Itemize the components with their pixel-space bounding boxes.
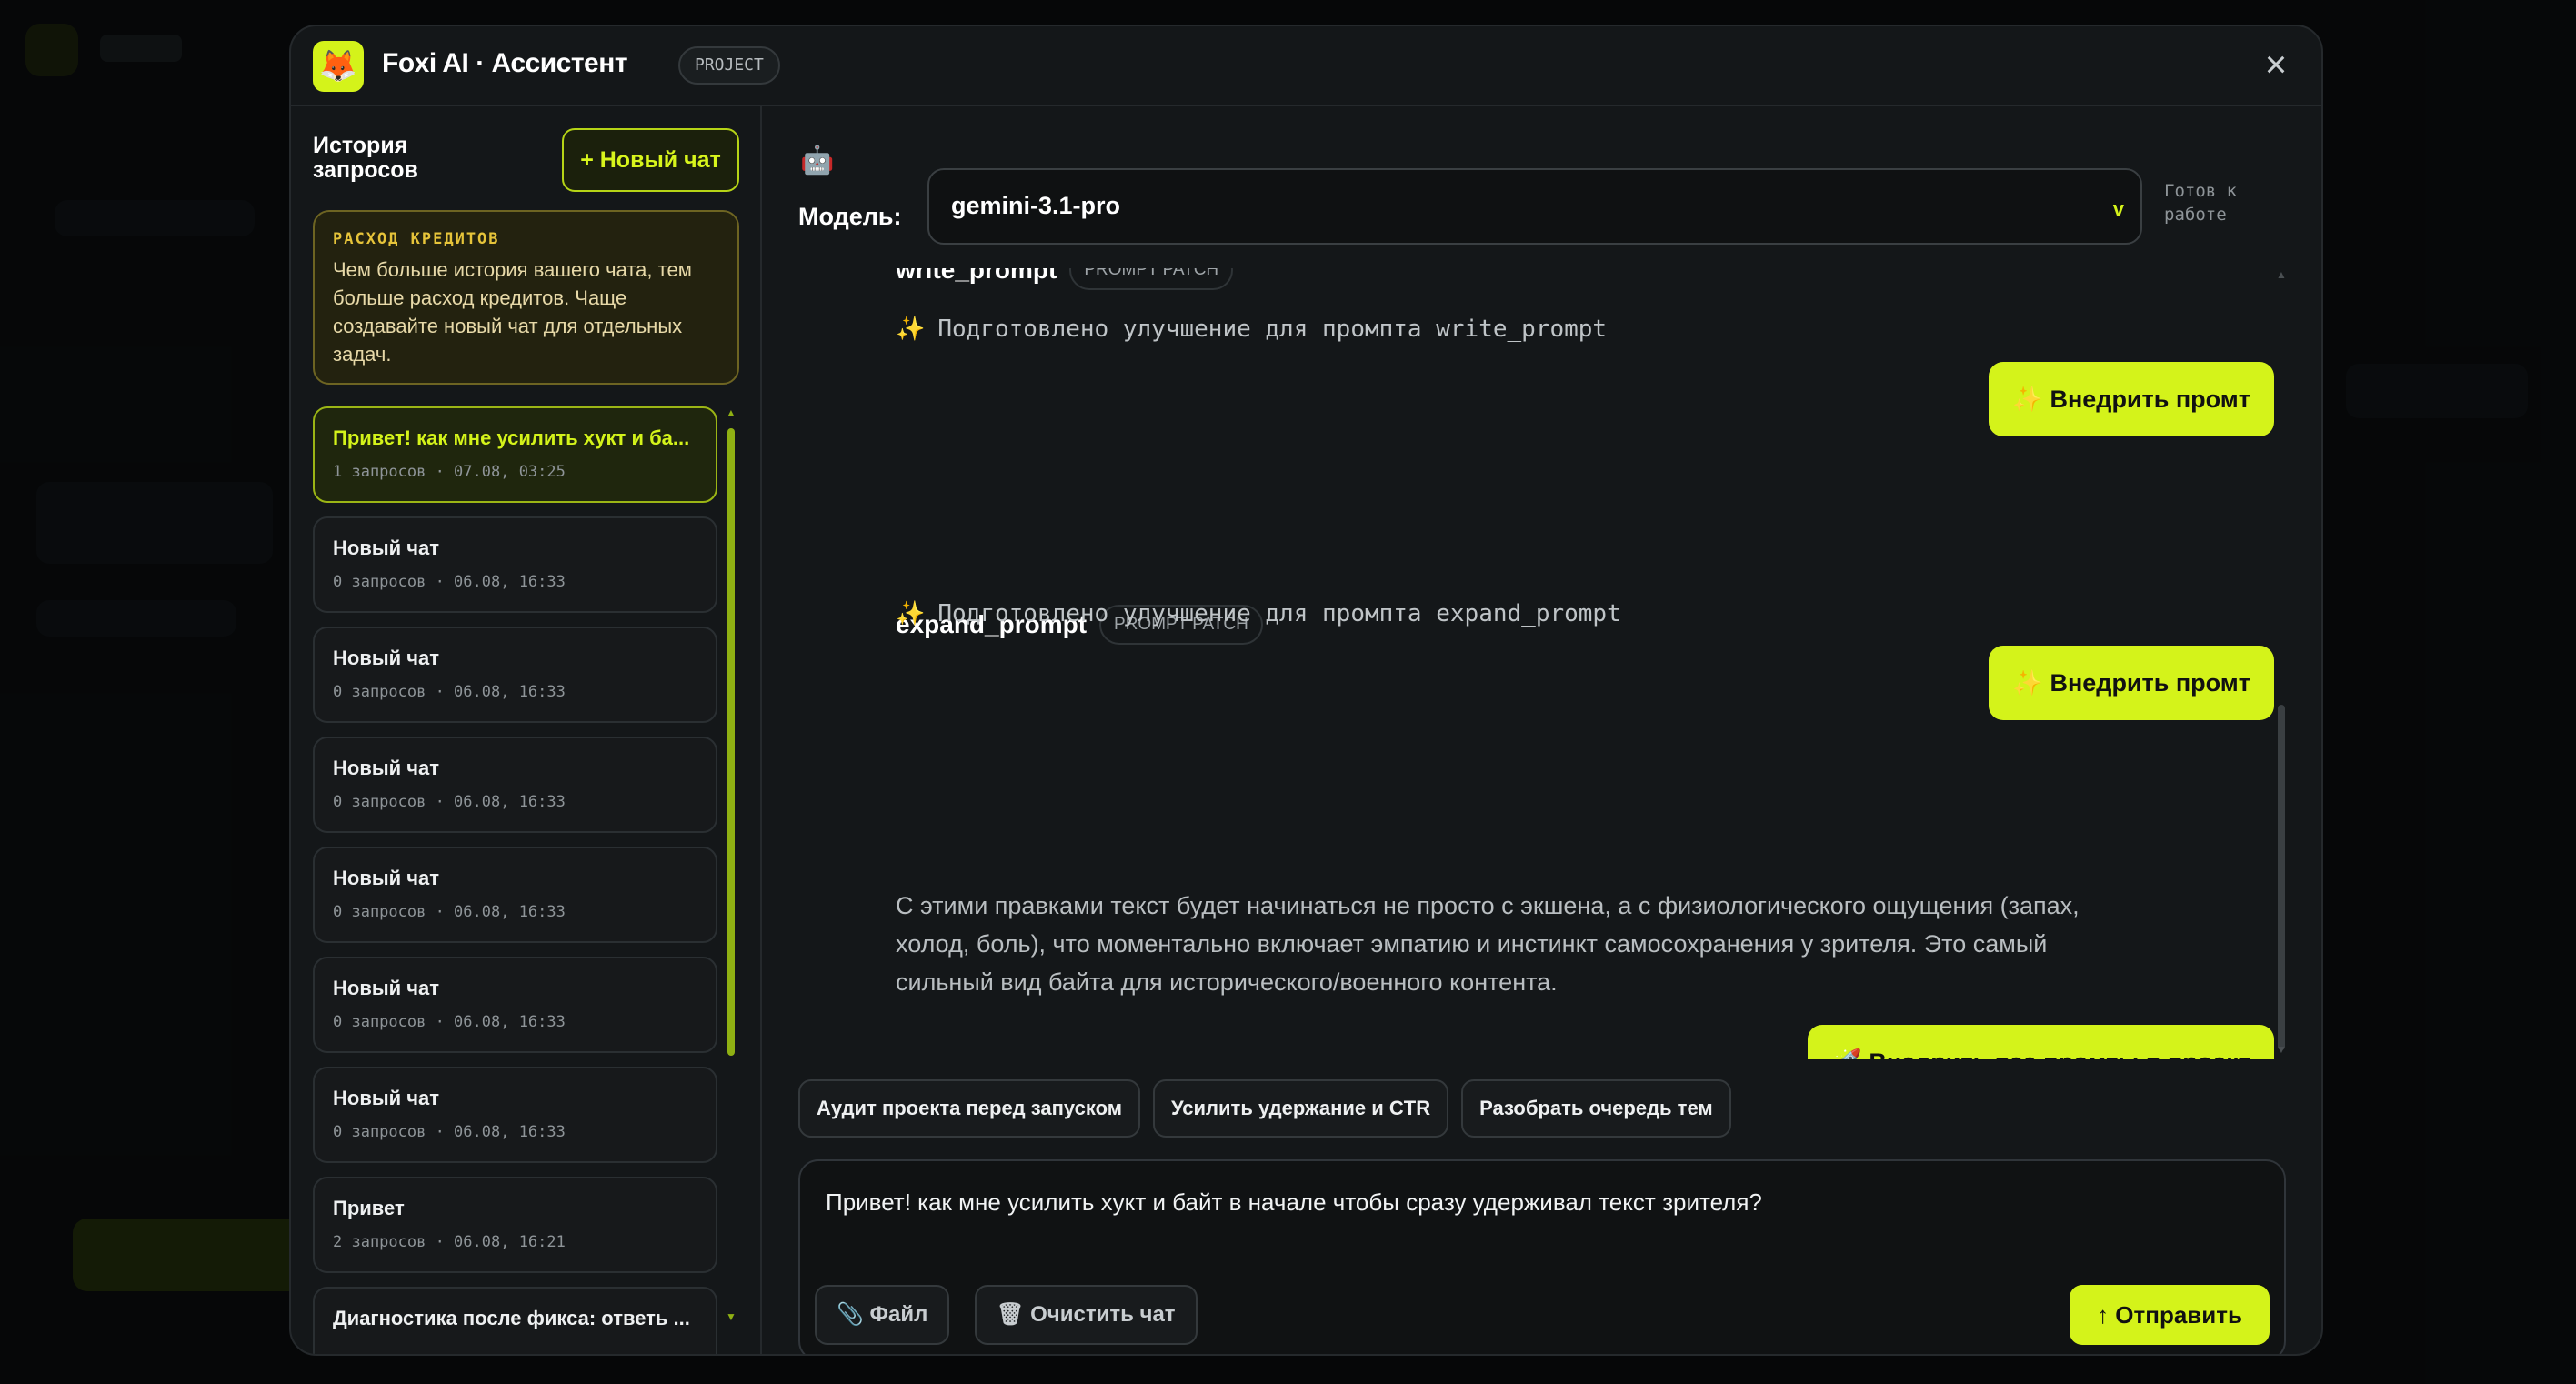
chat-history-list: Привет! как мне усилить хукт и ба... 1 з… [313,406,719,1354]
robot-icon: 🤖 [800,145,835,176]
project-badge: PROJECT [678,46,780,85]
patch-description: ✨ Подготовлено улучшение для промпта writ… [896,316,1607,343]
model-select-value: gemini-3.1-pro [951,192,1121,219]
chat-history-item[interactable]: Новый чат 0 запросов · 06.08, 16:33 [313,627,717,723]
quick-action-audit[interactable]: Аудит проекта перед запуском [798,1079,1140,1138]
modal-title: Foxi AI · Ассистент [382,48,628,78]
patch-description-text: Подготовлено улучшение для промпта expan… [937,600,1621,627]
chat-item-meta: 2 запросов · 06.08, 16:21 [333,1233,566,1251]
chat-item-meta: 0 запросов · 06.08, 16:33 [333,793,566,811]
sparkles-icon: ✨ [896,316,926,343]
chat-history-item[interactable]: Диагностика после фикса: ответь ... [313,1287,717,1354]
chat-item-title: Новый чат [333,537,440,559]
sparkles-icon: ✨ [896,600,926,627]
history-title: История запросов [313,133,418,183]
fox-logo-icon: 🦊 [313,41,364,92]
apply-all-prompts-button[interactable]: 🚀 Внедрить все промты в проект [1808,1025,2274,1059]
chat-history-item[interactable]: Новый чат 0 запросов · 06.08, 16:33 [313,516,717,613]
credit-notice: РАСХОД КРЕДИТОВ Чем больше история вашег… [313,210,739,385]
patch-description: ✨ Подготовлено улучшение для промпта expa… [896,600,1621,627]
chat-item-title: Новый чат [333,757,440,779]
chat-item-title: Новый чат [333,977,440,999]
message-scrollbar[interactable]: ▲ ▼ [2275,268,2288,1059]
sidebar-scrollbar[interactable]: ▲ ▼ [726,406,737,1325]
assistant-message: С этими правками текст будет начинаться … [896,892,2080,996]
apply-prompt-button[interactable]: ✨ Внедрить промт [1989,362,2274,436]
scroll-down-icon[interactable]: ▼ [2275,1043,2288,1056]
close-icon[interactable]: × [2256,45,2296,86]
scroll-up-icon[interactable]: ▲ [726,406,737,419]
patch-tag: PROMPT PATCH [1069,268,1234,290]
chat-history-item[interactable]: Привет 2 запросов · 06.08, 16:21 [313,1177,717,1273]
chat-history-item[interactable]: Новый чат 0 запросов · 06.08, 16:33 [313,957,717,1053]
chat-item-title: Диагностика после фикса: ответь ... [333,1307,690,1329]
clear-chat-button[interactable]: 🗑 Очистить чат [975,1285,1198,1345]
chat-item-meta: 1 запросов · 07.08, 03:25 [333,463,566,481]
patch-description-text: Подготовлено улучшение для промпта write… [937,316,1608,343]
chat-item-title: Привет! как мне усилить хукт и ба... [333,426,690,449]
chat-item-meta: 0 запросов · 06.08, 16:33 [333,573,566,591]
chat-history-item[interactable]: Новый чат 0 запросов · 06.08, 16:33 [313,847,717,943]
chat-item-title: Новый чат [333,867,440,889]
modal-header: 🦊 Foxi AI · Ассистент PROJECT × [291,26,2321,106]
message-input[interactable]: Привет! как мне усилить хукт и байт в на… [826,1188,2244,1217]
quick-actions: Аудит проекта перед запуском Усилить уде… [798,1079,1731,1138]
patch-header: write_prompt PROMPT PATCH [896,268,1234,290]
chat-item-title: Новый чат [333,1087,440,1109]
scroll-up-icon[interactable]: ▲ [2275,268,2288,281]
message-scroll-thumb[interactable] [2278,705,2285,1050]
credit-notice-text: Чем больше история вашего чата, тем боль… [333,258,692,366]
chat-history-item[interactable]: Привет! как мне усилить хукт и ба... 1 з… [313,406,717,503]
chat-history-item[interactable]: Новый чат 0 запросов · 06.08, 16:33 [313,737,717,833]
apply-prompt-button[interactable]: ✨ Внедрить промт [1989,646,2274,720]
chat-item-meta: 0 запросов · 06.08, 16:33 [333,1013,566,1031]
chat-main: 🤖 Модель: gemini-3.1-pro v Готов к работ… [764,106,2321,1354]
message-area: write_prompt PROMPT PATCH ✨ Подготовлено … [764,268,2321,1059]
message-composer: Привет! как мне усилить хукт и байт в на… [798,1159,2286,1354]
chat-history-item[interactable]: Новый чат 0 запросов · 06.08, 16:33 [313,1067,717,1163]
quick-action-topics[interactable]: Разобрать очередь тем [1461,1079,1731,1138]
patch-name: write_prompt [896,268,1057,284]
model-select[interactable]: gemini-3.1-pro v [927,168,2142,245]
status-text: Готов к работе [2164,181,2238,225]
model-label: Модель: [798,203,902,230]
history-sidebar: История запросов + Новый чат РАСХОД КРЕД… [291,106,762,1354]
chat-item-meta: 0 запросов · 06.08, 16:33 [333,1123,566,1141]
assistant-modal: 🦊 Foxi AI · Ассистент PROJECT × История … [289,25,2323,1356]
chat-item-meta: 0 запросов · 06.08, 16:33 [333,903,566,921]
chat-item-meta: 0 запросов · 06.08, 16:33 [333,683,566,701]
new-chat-button[interactable]: + Новый чат [562,128,739,192]
attach-file-button[interactable]: 📎 Файл [815,1285,950,1345]
chevron-down-icon: v [2112,197,2124,220]
quick-action-retention[interactable]: Усилить удержание и CTR [1153,1079,1449,1138]
credit-notice-title: РАСХОД КРЕДИТОВ [333,230,500,248]
send-button[interactable]: ↑ Отправить [2070,1285,2270,1345]
chat-item-title: Привет [333,1197,405,1219]
sidebar-scroll-thumb[interactable] [727,428,735,1056]
chat-item-title: Новый чат [333,647,440,669]
scroll-down-icon[interactable]: ▼ [726,1310,737,1323]
